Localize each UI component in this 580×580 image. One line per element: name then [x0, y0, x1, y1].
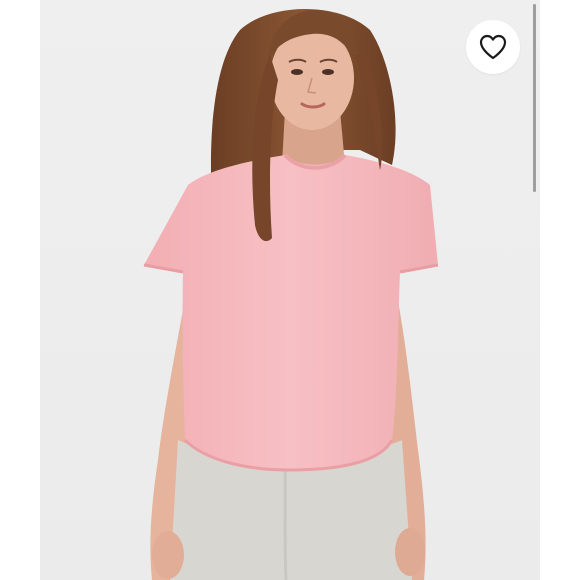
heart-outline-icon	[479, 34, 507, 60]
model-photo	[40, 0, 540, 580]
right-hand	[395, 528, 425, 576]
scrollbar[interactable]	[533, 4, 536, 192]
favorite-button[interactable]	[466, 20, 520, 74]
left-eye	[291, 69, 303, 75]
pants-fold	[283, 459, 288, 580]
right-eye	[322, 69, 334, 75]
left-hand	[152, 531, 184, 579]
product-image	[40, 0, 540, 580]
